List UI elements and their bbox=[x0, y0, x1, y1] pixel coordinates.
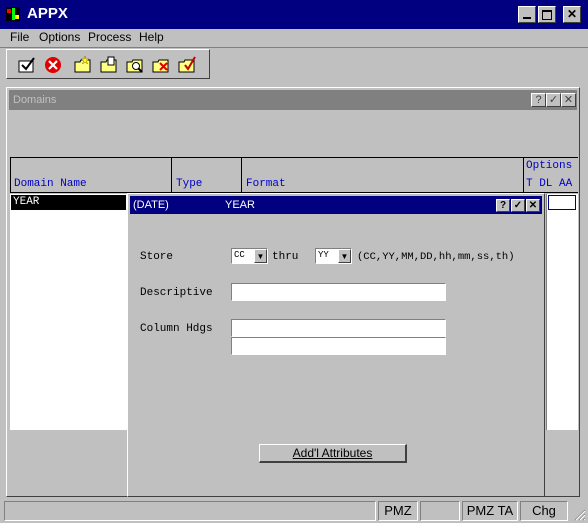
status-cell-message bbox=[4, 501, 376, 521]
minimize-icon bbox=[523, 17, 531, 19]
domain-list[interactable]: YEAR bbox=[10, 194, 129, 430]
thru-label: thru bbox=[272, 251, 299, 263]
descriptive-label: Descriptive bbox=[140, 287, 213, 299]
status-pmz: PMZ bbox=[384, 503, 412, 518]
menu-divider bbox=[0, 47, 588, 48]
header-divider bbox=[10, 157, 11, 193]
domains-close-button[interactable]: ✕ bbox=[561, 93, 576, 107]
check-icon: ✓ bbox=[513, 200, 523, 211]
col-header-options-sub: T DL AA bbox=[526, 178, 573, 190]
domains-help-button[interactable]: ? bbox=[531, 93, 546, 107]
app-logo-icon bbox=[6, 7, 20, 21]
addl-attributes-button[interactable]: Add'l Attributes bbox=[259, 444, 407, 463]
title-bar: APPX ✕ bbox=[0, 0, 588, 29]
dialog-title-bar: (DATE) YEAR ? ✓ ✕ bbox=[130, 196, 542, 214]
toolbar bbox=[6, 49, 210, 79]
col-header-domain-name: Domain Name bbox=[14, 178, 87, 190]
check-icon: ✓ bbox=[548, 94, 559, 106]
header-divider bbox=[523, 157, 524, 193]
folder-remove-icon[interactable] bbox=[151, 55, 171, 75]
help-icon: ? bbox=[535, 94, 542, 106]
domain-name-cell: YEAR bbox=[13, 196, 40, 208]
window-title: APPX bbox=[27, 5, 68, 22]
column-heading-2-field[interactable] bbox=[231, 337, 446, 355]
list-item[interactable]: YEAR bbox=[11, 195, 126, 210]
dialog-help-button[interactable]: ? bbox=[496, 199, 510, 212]
dialog-title: YEAR bbox=[225, 199, 255, 211]
options-column bbox=[546, 194, 578, 430]
header-top-line bbox=[10, 157, 578, 158]
status-cell-pmz-ta: PMZ TA bbox=[462, 501, 518, 521]
store-from-value: CC bbox=[234, 250, 245, 260]
folder-search-icon[interactable] bbox=[125, 55, 145, 75]
domains-title: Domains bbox=[13, 94, 57, 106]
close-icon: ✕ bbox=[566, 7, 578, 21]
menu-bar: File Options Process Help bbox=[0, 29, 588, 47]
minimize-button[interactable] bbox=[518, 6, 536, 23]
menu-options[interactable]: Options bbox=[39, 30, 80, 44]
accept-icon[interactable] bbox=[17, 55, 37, 75]
status-cell-mode: Chg bbox=[520, 501, 568, 521]
chevron-down-icon[interactable]: ▼ bbox=[338, 249, 351, 263]
status-pmz-ta: PMZ TA bbox=[466, 503, 514, 518]
store-label: Store bbox=[140, 251, 174, 263]
help-icon: ? bbox=[499, 200, 507, 211]
maximize-icon bbox=[542, 10, 552, 20]
menu-process[interactable]: Process bbox=[88, 30, 131, 44]
col-header-type: Type bbox=[176, 178, 203, 190]
close-button[interactable]: ✕ bbox=[563, 6, 581, 23]
store-to-value: YY bbox=[318, 250, 329, 260]
cancel-icon[interactable] bbox=[43, 55, 63, 75]
dialog-type-label: (DATE) bbox=[133, 199, 169, 211]
menu-file[interactable]: File bbox=[10, 30, 29, 44]
column-heading-1-field[interactable] bbox=[231, 319, 446, 337]
status-mode: Chg bbox=[532, 503, 556, 518]
dialog-close-button[interactable]: ✕ bbox=[526, 199, 540, 212]
folder-new-icon[interactable] bbox=[73, 55, 93, 75]
header-divider bbox=[241, 157, 242, 193]
folder-check-icon[interactable] bbox=[177, 55, 197, 75]
status-cell-empty bbox=[420, 501, 460, 521]
domains-accept-button[interactable]: ✓ bbox=[546, 93, 561, 107]
chevron-down-icon[interactable]: ▼ bbox=[254, 249, 267, 263]
col-header-options: Options bbox=[526, 160, 573, 172]
folder-open-icon[interactable] bbox=[99, 55, 119, 75]
close-icon: ✕ bbox=[563, 94, 574, 106]
resize-grip-icon[interactable] bbox=[572, 507, 586, 521]
dialog-accept-button[interactable]: ✓ bbox=[511, 199, 525, 212]
domains-title-bar: Domains ? ✓ ✕ bbox=[9, 90, 577, 110]
header-divider bbox=[171, 157, 172, 193]
column-hdgs-label: Column Hdgs bbox=[140, 323, 213, 335]
store-to-select[interactable]: YY ▼ bbox=[315, 248, 352, 264]
addl-attributes-label: Add'l Attributes bbox=[292, 446, 373, 460]
close-icon: ✕ bbox=[528, 200, 538, 211]
status-cell-pmz: PMZ bbox=[378, 501, 418, 521]
date-domain-dialog: (DATE) YEAR ? ✓ ✕ Store CC ▼ thru YY ▼ (… bbox=[127, 193, 545, 497]
descriptive-field[interactable] bbox=[231, 283, 446, 301]
maximize-button[interactable] bbox=[538, 6, 556, 23]
col-header-format: Format bbox=[246, 178, 286, 190]
store-from-select[interactable]: CC ▼ bbox=[231, 248, 268, 264]
options-cell[interactable] bbox=[548, 195, 576, 210]
store-format-hint: (CC,YY,MM,DD,hh,mm,ss,th) bbox=[357, 251, 515, 263]
menu-help[interactable]: Help bbox=[139, 30, 164, 44]
